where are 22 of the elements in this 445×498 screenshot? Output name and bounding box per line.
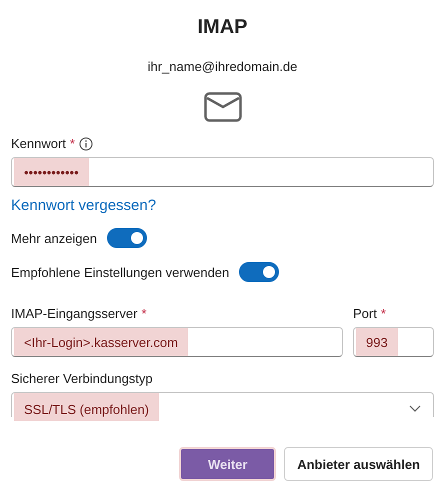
field-label: Sicherer Verbindungstyp	[11, 371, 153, 386]
account-email: ihr_name@ihredomain.de	[148, 59, 298, 74]
required-mark: *	[380, 306, 386, 321]
chevron-down-icon	[409, 405, 421, 413]
password-field[interactable]: ••••••••••••	[11, 157, 434, 187]
required-mark: *	[70, 136, 75, 151]
toggle-label: Mehr anzeigen	[11, 230, 97, 246]
field-label: IMAP-Eingangsserver	[11, 306, 138, 321]
toggle-switch[interactable]	[107, 228, 147, 248]
toggle-label: Empfohlene Einstellungen verwenden	[11, 264, 230, 280]
dialog-title: IMAP	[198, 16, 248, 39]
info-icon[interactable]	[78, 136, 93, 150]
toggle-switch[interactable]	[239, 262, 280, 282]
forgot-password-link[interactable]: Kennwort vergessen?	[11, 197, 156, 214]
next-button[interactable]: Weiter	[179, 447, 276, 481]
port-field[interactable]: 993	[353, 327, 434, 357]
choose-provider-button[interactable]: Anbieter auswählen	[284, 447, 433, 481]
required-mark: *	[141, 306, 147, 321]
envelope-icon	[204, 92, 242, 122]
field-label: Port	[353, 306, 377, 321]
field-label: Kennwort	[11, 136, 66, 151]
server-field[interactable]: <Ihr-Login>.kasserver.com	[11, 327, 343, 357]
